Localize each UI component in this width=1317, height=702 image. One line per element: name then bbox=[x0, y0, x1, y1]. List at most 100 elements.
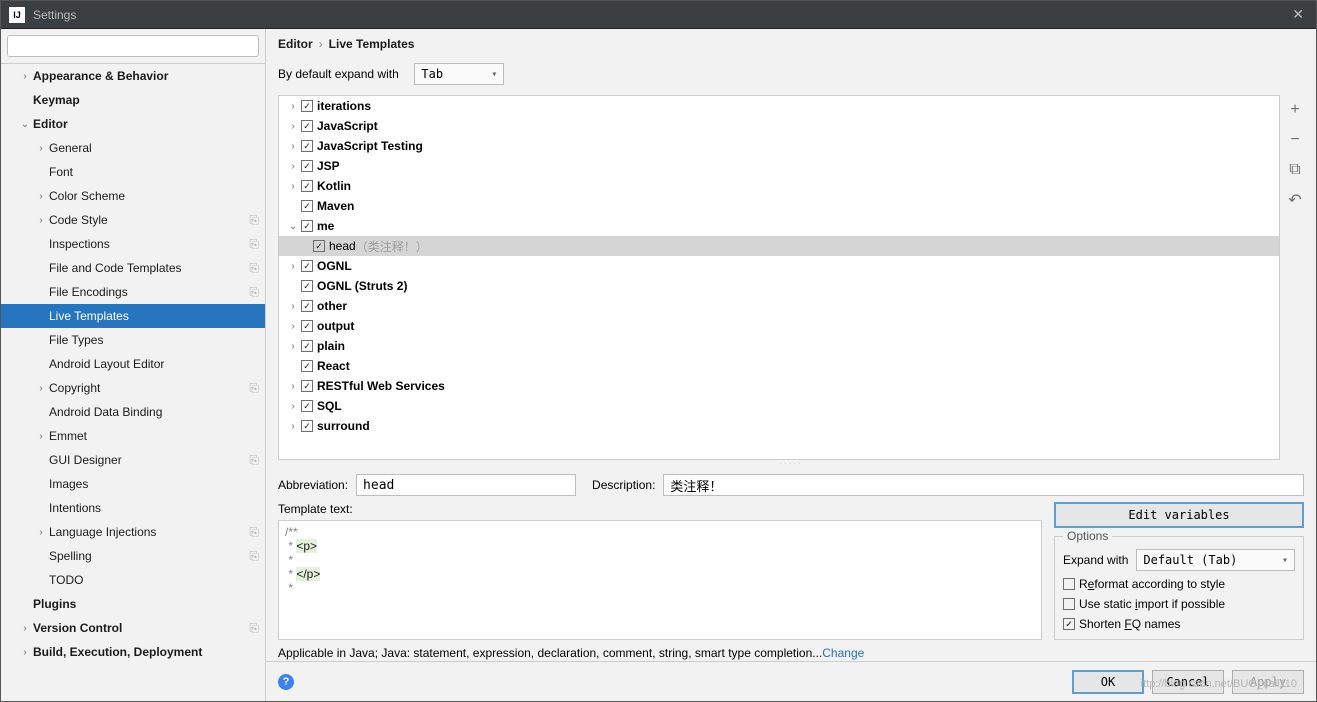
checkbox-icon[interactable] bbox=[313, 240, 325, 252]
checkbox-icon[interactable] bbox=[301, 160, 313, 172]
checkbox-icon[interactable] bbox=[301, 420, 313, 432]
sidebar-item-language-injections[interactable]: ›Language Injections⎘ bbox=[1, 520, 265, 544]
sidebar-item-version-control[interactable]: ›Version Control⎘ bbox=[1, 616, 265, 640]
sidebar-item-file-encodings[interactable]: File Encodings⎘ bbox=[1, 280, 265, 304]
sidebar-item-keymap[interactable]: Keymap bbox=[1, 88, 265, 112]
sidebar-item-file-types[interactable]: File Types bbox=[1, 328, 265, 352]
sidebar-item-font[interactable]: Font bbox=[1, 160, 265, 184]
sidebar-item-code-style[interactable]: ›Code Style⎘ bbox=[1, 208, 265, 232]
opt-reformat-row[interactable]: Reformat according to style bbox=[1063, 577, 1295, 591]
expand-with-select[interactable]: Tab bbox=[414, 63, 504, 85]
checkbox-icon[interactable] bbox=[301, 220, 313, 232]
close-icon[interactable]: ✕ bbox=[1288, 6, 1308, 23]
template-text-editor[interactable]: /** * <p> * * </p> * bbox=[278, 520, 1042, 640]
app-logo-icon: IJ bbox=[9, 7, 25, 23]
sidebar-item-intentions[interactable]: Intentions bbox=[1, 496, 265, 520]
template-group[interactable]: ›Kotlin bbox=[279, 176, 1279, 196]
template-group[interactable]: ›JSP bbox=[279, 156, 1279, 176]
template-group[interactable]: OGNL (Struts 2) bbox=[279, 276, 1279, 296]
change-context-link[interactable]: Change bbox=[822, 646, 864, 660]
checkbox-icon[interactable] bbox=[1063, 618, 1075, 630]
chevron-icon: › bbox=[287, 381, 299, 392]
checkbox-icon[interactable] bbox=[1063, 598, 1075, 610]
checkbox-icon[interactable] bbox=[301, 340, 313, 352]
chevron-right-icon: › bbox=[319, 37, 323, 51]
gear-icon: ⎘ bbox=[249, 237, 259, 252]
template-group[interactable]: ⌄me bbox=[279, 216, 1279, 236]
sidebar-item-gui-designer[interactable]: GUI Designer⎘ bbox=[1, 448, 265, 472]
chevron-icon: › bbox=[35, 215, 47, 226]
chevron-icon: › bbox=[287, 401, 299, 412]
apply-button[interactable]: Apply bbox=[1232, 670, 1304, 694]
checkbox-icon[interactable] bbox=[301, 280, 313, 292]
sidebar-item-build-execution-deployment[interactable]: ›Build, Execution, Deployment bbox=[1, 640, 265, 664]
template-group[interactable]: React bbox=[279, 356, 1279, 376]
sidebar-item-spelling[interactable]: Spelling⎘ bbox=[1, 544, 265, 568]
opt-expand-select[interactable]: Default (Tab) bbox=[1136, 549, 1295, 571]
template-group[interactable]: ›JavaScript bbox=[279, 116, 1279, 136]
sidebar-item-editor[interactable]: ⌄Editor bbox=[1, 112, 265, 136]
edit-variables-button[interactable]: Edit variables bbox=[1054, 502, 1304, 528]
chevron-icon: › bbox=[287, 261, 299, 272]
abbreviation-label: Abbreviation: bbox=[278, 478, 348, 492]
checkbox-icon[interactable] bbox=[301, 260, 313, 272]
template-group[interactable]: ›surround bbox=[279, 416, 1279, 436]
checkbox-icon[interactable] bbox=[301, 200, 313, 212]
template-group[interactable]: ›RESTful Web Services bbox=[279, 376, 1279, 396]
search-input[interactable] bbox=[7, 35, 259, 57]
sidebar-item-android-data-binding[interactable]: Android Data Binding bbox=[1, 400, 265, 424]
breadcrumb-root: Editor bbox=[278, 37, 313, 51]
checkbox-icon[interactable] bbox=[301, 300, 313, 312]
template-group[interactable]: ›iterations bbox=[279, 96, 1279, 116]
revert-button[interactable]: ↶ bbox=[1284, 189, 1306, 211]
chevron-icon: › bbox=[19, 623, 31, 634]
sidebar-item-file-and-code-templates[interactable]: File and Code Templates⎘ bbox=[1, 256, 265, 280]
template-group[interactable]: ›output bbox=[279, 316, 1279, 336]
add-button[interactable]: + bbox=[1284, 99, 1306, 121]
sidebar-item-general[interactable]: ›General bbox=[1, 136, 265, 160]
ok-button[interactable]: OK bbox=[1072, 670, 1144, 694]
cancel-button[interactable]: Cancel bbox=[1152, 670, 1224, 694]
template-group[interactable]: Maven bbox=[279, 196, 1279, 216]
sidebar-item-inspections[interactable]: Inspections⎘ bbox=[1, 232, 265, 256]
template-group[interactable]: ›OGNL bbox=[279, 256, 1279, 276]
chevron-icon: › bbox=[287, 301, 299, 312]
opt-static-row[interactable]: Use static import if possible bbox=[1063, 597, 1295, 611]
sidebar-item-android-layout-editor[interactable]: Android Layout Editor bbox=[1, 352, 265, 376]
checkbox-icon[interactable] bbox=[301, 400, 313, 412]
checkbox-icon[interactable] bbox=[301, 320, 313, 332]
template-item[interactable]: head（类注释！） bbox=[279, 236, 1279, 256]
checkbox-icon[interactable] bbox=[301, 180, 313, 192]
checkbox-icon[interactable] bbox=[301, 120, 313, 132]
remove-button[interactable]: − bbox=[1284, 129, 1306, 151]
sidebar-item-todo[interactable]: TODO bbox=[1, 568, 265, 592]
chevron-icon: › bbox=[287, 101, 299, 112]
sidebar-item-copyright[interactable]: ›Copyright⎘ bbox=[1, 376, 265, 400]
opt-shorten-row[interactable]: Shorten FQ names bbox=[1063, 617, 1295, 631]
template-group[interactable]: ›SQL bbox=[279, 396, 1279, 416]
template-group[interactable]: ›JavaScript Testing bbox=[279, 136, 1279, 156]
checkbox-icon[interactable] bbox=[301, 380, 313, 392]
help-icon[interactable]: ? bbox=[278, 674, 294, 690]
sidebar-item-plugins[interactable]: Plugins bbox=[1, 592, 265, 616]
sidebar-item-color-scheme[interactable]: ›Color Scheme bbox=[1, 184, 265, 208]
sidebar-item-live-templates[interactable]: Live Templates bbox=[1, 304, 265, 328]
template-text-label: Template text: bbox=[278, 502, 1042, 516]
settings-tree[interactable]: ›Appearance & BehaviorKeymap⌄Editor›Gene… bbox=[1, 64, 265, 701]
checkbox-icon[interactable] bbox=[301, 140, 313, 152]
gear-icon: ⎘ bbox=[249, 285, 259, 300]
sidebar-item-emmet[interactable]: ›Emmet bbox=[1, 424, 265, 448]
template-tree[interactable]: ›iterations›JavaScript›JavaScript Testin… bbox=[278, 95, 1280, 460]
copy-button[interactable]: ⧉ bbox=[1284, 159, 1306, 181]
sidebar-item-appearance-behavior[interactable]: ›Appearance & Behavior bbox=[1, 64, 265, 88]
checkbox-icon[interactable] bbox=[301, 100, 313, 112]
gear-icon: ⎘ bbox=[249, 261, 259, 276]
abbreviation-input[interactable] bbox=[356, 474, 576, 496]
checkbox-icon[interactable] bbox=[1063, 578, 1075, 590]
checkbox-icon[interactable] bbox=[301, 360, 313, 372]
chevron-icon: ⌄ bbox=[287, 221, 299, 232]
template-group[interactable]: ›other bbox=[279, 296, 1279, 316]
sidebar-item-images[interactable]: Images bbox=[1, 472, 265, 496]
description-input[interactable] bbox=[663, 474, 1304, 496]
template-group[interactable]: ›plain bbox=[279, 336, 1279, 356]
